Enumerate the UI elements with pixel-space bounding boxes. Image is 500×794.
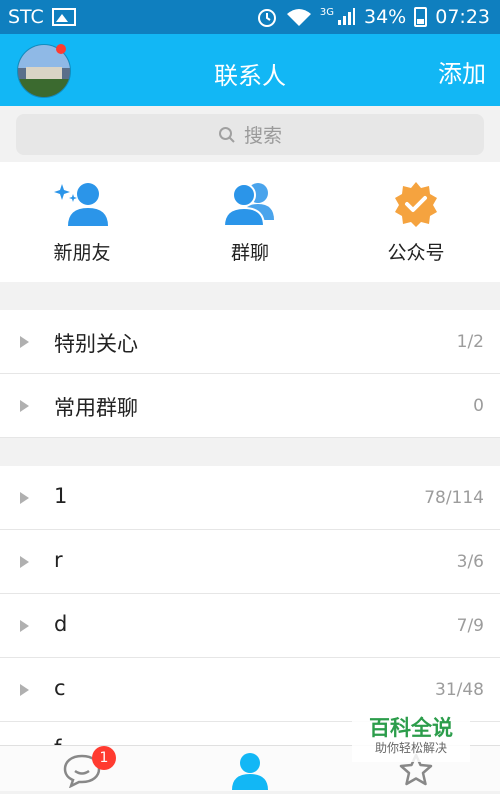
watermark-slogan: 助你轻松解决 bbox=[374, 741, 447, 755]
battery-percent: 34% bbox=[364, 6, 407, 28]
tab-contacts[interactable] bbox=[230, 752, 280, 790]
group-count: 3/6 bbox=[456, 552, 484, 572]
network-type-label: 3G bbox=[319, 6, 334, 18]
new-friends-button[interactable]: 新朋友 bbox=[22, 180, 142, 265]
group-chat-label: 群聊 bbox=[230, 242, 269, 264]
expand-arrow-icon bbox=[20, 684, 29, 696]
new-friend-icon bbox=[54, 183, 108, 226]
quick-actions: 新朋友 群聊 公众号 bbox=[0, 162, 500, 282]
group-count: 7/9 bbox=[456, 616, 484, 636]
group-name: f bbox=[54, 736, 61, 745]
group-count: 0 bbox=[473, 396, 484, 416]
group-name: d bbox=[54, 612, 68, 636]
section-divider bbox=[0, 282, 500, 310]
group-name: 特别关心 bbox=[54, 332, 138, 356]
alarm-icon bbox=[257, 9, 276, 27]
group-row-frequent-groups[interactable]: 常用群聊 0 bbox=[0, 374, 500, 438]
expand-arrow-icon bbox=[20, 492, 29, 504]
watermark-brand: 百科全说 bbox=[369, 716, 453, 740]
official-accounts-label: 公众号 bbox=[387, 242, 445, 264]
group-count: 78/114 bbox=[424, 488, 484, 508]
carrier-label: STC bbox=[8, 6, 44, 28]
group-count: 31/48 bbox=[435, 680, 484, 700]
group-name: r bbox=[54, 548, 63, 572]
group-row[interactable]: d 7/9 bbox=[0, 594, 500, 658]
expand-arrow-icon bbox=[20, 620, 29, 632]
group-name: 常用群聊 bbox=[54, 396, 138, 420]
tab-messages[interactable]: 1 bbox=[62, 746, 116, 790]
battery-icon bbox=[414, 7, 428, 27]
group-name: 1 bbox=[54, 484, 68, 508]
group-row-special-care[interactable]: 特别关心 1/2 bbox=[0, 310, 500, 374]
add-button[interactable]: 添加 bbox=[438, 54, 486, 89]
group-count: 1/2 bbox=[456, 332, 484, 352]
expand-arrow-icon bbox=[20, 556, 29, 568]
image-notification-icon bbox=[51, 8, 76, 26]
expand-arrow-icon bbox=[20, 336, 29, 348]
page-title: 联系人 bbox=[214, 62, 286, 90]
group-row[interactable]: r 3/6 bbox=[0, 530, 500, 594]
expand-arrow-icon bbox=[20, 400, 29, 412]
clock: 07:23 bbox=[435, 6, 490, 28]
messages-badge: 1 bbox=[92, 746, 116, 770]
watermark-logo: 百科全说 助你轻松解决 bbox=[352, 716, 470, 762]
official-account-icon bbox=[395, 182, 437, 227]
group-row[interactable]: 1 78/114 bbox=[0, 466, 500, 530]
header-bar: 联系人 添加 bbox=[0, 34, 500, 106]
new-friends-label: 新朋友 bbox=[53, 242, 111, 264]
avatar-notification-dot bbox=[56, 44, 66, 54]
status-bar: STC 3G 34% 07:23 bbox=[0, 0, 500, 34]
group-name: c bbox=[54, 676, 66, 700]
search-input[interactable]: 搜索 bbox=[16, 114, 484, 155]
signal-icon bbox=[338, 8, 355, 25]
group-chat-button[interactable]: 群聊 bbox=[190, 180, 310, 265]
contacts-icon bbox=[232, 753, 268, 790]
search-placeholder: 搜索 bbox=[243, 125, 282, 147]
group-chat-icon bbox=[222, 183, 274, 227]
official-accounts-button[interactable]: 公众号 bbox=[356, 180, 476, 265]
group-row[interactable]: c 31/48 bbox=[0, 658, 500, 722]
wifi-icon bbox=[286, 9, 311, 26]
search-icon bbox=[218, 126, 235, 143]
